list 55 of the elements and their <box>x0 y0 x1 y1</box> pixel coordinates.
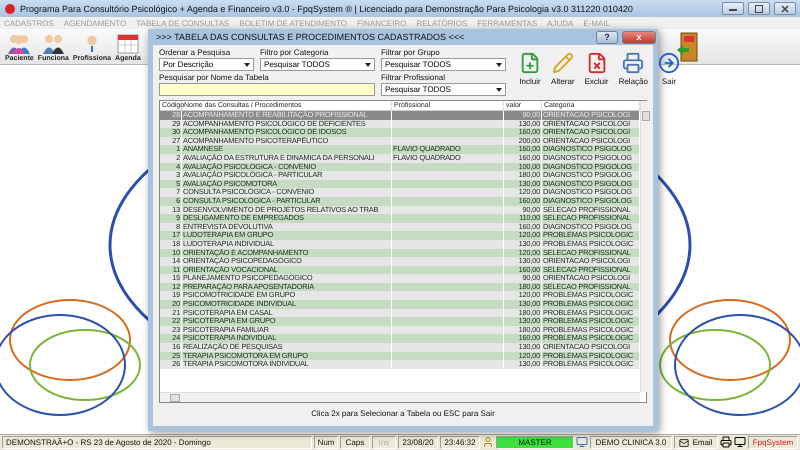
status-info: DEMONSTRAÃ+O - RS 23 de Agosto de 2020 - Domingo <box>2 436 312 449</box>
caret-icon <box>365 62 371 66</box>
field-label: Filtro por Categoria <box>260 48 330 57</box>
email-button[interactable]: Email <box>674 436 718 449</box>
monitor-icon <box>576 436 588 448</box>
field-label: Filtrar por Grupo <box>381 48 441 57</box>
search-field[interactable] <box>159 83 375 96</box>
maximize-button[interactable] <box>748 2 770 15</box>
mail-icon <box>679 438 690 448</box>
window-title: Programa Para Consultório Psicológico + Agenda e Financeiro v3.0 - FpqSystem ® | Licenciado para Demonstração Para Psicologia v3.0 311220 010420 <box>20 4 634 14</box>
status-bar-panel: FpqSystem <box>748 436 798 449</box>
action-button[interactable]: Sair <box>654 52 683 96</box>
caret-icon <box>496 62 502 66</box>
caret-icon <box>244 62 250 66</box>
dialog-title: >>> TABELA DAS CONSULTAS E PROCEDIMENTOS CADASTRADOS <<< <box>156 32 466 42</box>
action-button[interactable]: Excluir <box>582 52 612 96</box>
monitor-icon <box>734 436 746 448</box>
calendar-icon <box>116 32 139 54</box>
status-bar-panel: DEMO CLINICA 3.0 <box>590 436 672 449</box>
dropdown[interactable]: Por Descrição <box>159 58 254 71</box>
user-icon <box>482 436 494 448</box>
status-bar-panel: MASTER <box>496 436 574 449</box>
status-bar-panel: 23:46:32 <box>440 436 480 449</box>
maximize-icon <box>755 4 763 12</box>
dropdown[interactable]: Pesquisar TODOS <box>381 58 506 71</box>
file-plus-icon <box>519 52 541 74</box>
help-button[interactable]: ? <box>596 30 618 44</box>
field-label: Filtrar Profissional <box>381 73 446 82</box>
minimize-icon <box>729 6 737 10</box>
field-label: Pesquisar por Nome da Tabela <box>159 73 270 82</box>
minimize-button[interactable] <box>722 2 744 15</box>
pencil-icon <box>552 52 574 74</box>
caret-icon <box>496 88 502 92</box>
dropdown[interactable]: Pesquisar TODOS <box>260 58 375 71</box>
action-button[interactable]: Relação <box>616 52 651 96</box>
people-icon <box>40 32 66 54</box>
field-label: Ordenar a Pesquisa <box>159 48 232 57</box>
printer-icon <box>720 436 732 448</box>
action-button[interactable]: Alterar <box>548 52 578 96</box>
status-bar-panel: 23/08/20 <box>398 436 438 449</box>
vertical-scrollbar[interactable] <box>640 101 650 392</box>
people-icon <box>6 32 32 54</box>
status-bar-panel: Caps <box>340 436 370 449</box>
close-icon <box>781 4 789 12</box>
arrow-right-icon <box>658 52 680 74</box>
hint-text: Clica 2x para Selecionar a Tabela ou ESC para Sair <box>310 408 496 420</box>
close-button[interactable] <box>774 2 796 15</box>
status-bar-panel: Num <box>314 436 338 449</box>
horizontal-scrollbar[interactable] <box>160 392 640 402</box>
close-button[interactable]: x <box>622 30 656 44</box>
status-bar-panel: Ins <box>372 436 396 449</box>
printer-icon <box>622 52 644 74</box>
app-logo-icon <box>4 2 16 14</box>
action-button[interactable]: Incluir <box>516 52 544 96</box>
dropdown[interactable]: Pesquisar TODOS <box>381 83 506 96</box>
